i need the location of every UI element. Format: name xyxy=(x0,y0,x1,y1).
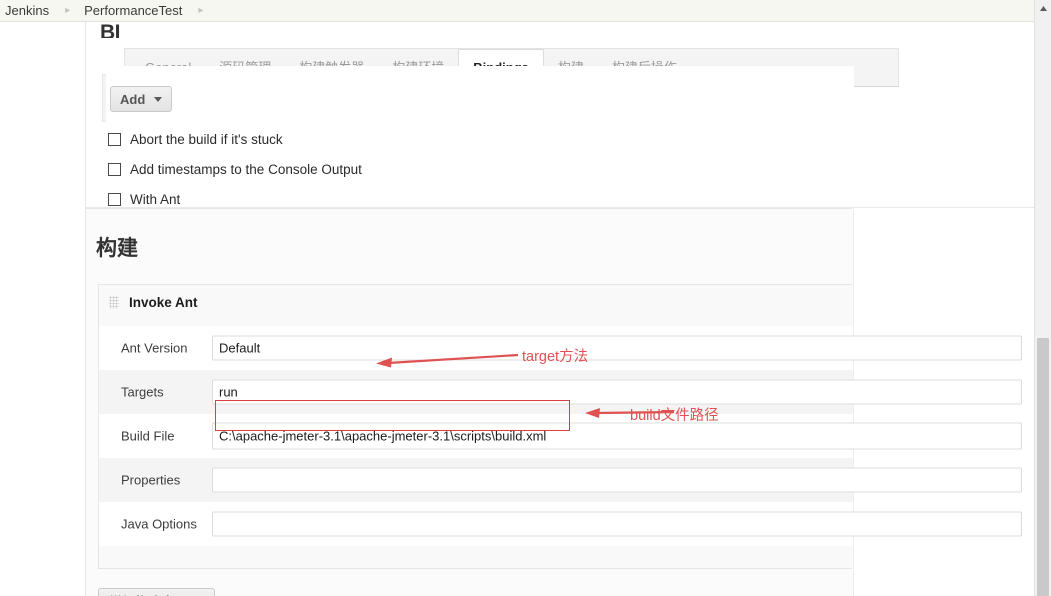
bindings-left-rail xyxy=(102,74,106,122)
builder-invoke-ant: Invoke Ant Ant Version Default Targets r… xyxy=(98,284,1022,569)
field-input-properties[interactable] xyxy=(212,467,1022,493)
breadcrumb-item-performancetest[interactable]: PerformanceTest xyxy=(84,3,182,18)
field-input-ant-version[interactable]: Default xyxy=(212,335,1022,361)
add-build-step-button[interactable]: 增加构建步骤 xyxy=(98,588,216,596)
field-row-properties: Properties xyxy=(99,458,1022,502)
checkbox-label-timestamps: Add timestamps to the Console Output xyxy=(130,162,362,177)
checkbox-row-with-ant[interactable]: With Ant xyxy=(108,192,180,207)
scroll-up-arrow-icon[interactable] xyxy=(1035,0,1051,17)
add-binding-button-label: Add xyxy=(120,91,146,107)
bindings-panel-inner: Add Abort the build if it's stuck Add ti… xyxy=(94,66,854,216)
config-content: BI General 源码管理 构建触发器 构建环境 Bindings 构建 构… xyxy=(86,22,1034,596)
breadcrumb: Jenkins ▸ PerformanceTest ▸ xyxy=(0,0,1051,22)
chevron-down-icon xyxy=(154,96,163,102)
field-row-targets: Targets run xyxy=(99,370,1022,414)
field-row-build-file: Build File C:\apache-jmeter-3.1\apache-j… xyxy=(99,414,1022,458)
breadcrumb-item-jenkins[interactable]: Jenkins xyxy=(5,3,49,18)
jenkins-job-config-screen: Jenkins ▸ PerformanceTest ▸ BI General 源… xyxy=(0,0,1051,596)
build-section-divider xyxy=(86,208,852,209)
bindings-panel: Add Abort the build if it's stuck Add ti… xyxy=(86,66,1034,216)
field-row-java-options: Java Options xyxy=(99,502,1022,546)
checkbox-abort-stuck[interactable] xyxy=(108,133,121,146)
field-input-targets[interactable]: run xyxy=(212,379,1022,405)
checkbox-label-abort-stuck: Abort the build if it's stuck xyxy=(130,132,283,147)
builder-title-invoke-ant: Invoke Ant xyxy=(129,295,198,310)
cut-off-page-heading: BI xyxy=(100,22,120,38)
build-section: 构建 Invoke Ant Ant Version Default Target… xyxy=(86,207,1034,596)
checkbox-label-with-ant: With Ant xyxy=(130,192,181,207)
add-binding-button[interactable]: Add xyxy=(110,86,173,112)
field-label-properties: Properties xyxy=(121,472,181,488)
left-gutter xyxy=(0,22,85,596)
add-build-step-label: 增加构建步骤 xyxy=(109,592,187,596)
checkbox-row-timestamps[interactable]: Add timestamps to the Console Output xyxy=(108,162,362,177)
build-section-title: 构建 xyxy=(96,237,138,260)
vertical-scrollbar[interactable] xyxy=(1034,0,1051,596)
field-label-build-file: Build File xyxy=(121,428,175,444)
breadcrumb-dropdown-icon[interactable]: ▸ xyxy=(198,5,203,16)
field-label-java-options: Java Options xyxy=(121,516,197,532)
field-label-ant-version: Ant Version xyxy=(121,340,188,356)
field-input-build-file[interactable]: C:\apache-jmeter-3.1\apache-jmeter-3.1\s… xyxy=(212,422,1022,450)
checkbox-with-ant[interactable] xyxy=(108,193,121,206)
breadcrumb-separator-icon: ▸ xyxy=(65,4,71,16)
field-input-java-options[interactable] xyxy=(212,511,1022,537)
field-label-targets: Targets xyxy=(121,384,164,400)
scrollbar-thumb[interactable] xyxy=(1037,338,1049,596)
checkbox-row-abort-stuck[interactable]: Abort the build if it's stuck xyxy=(108,132,283,147)
checkbox-timestamps[interactable] xyxy=(108,163,121,176)
field-row-ant-version: Ant Version Default xyxy=(99,326,1022,370)
drag-handle-icon[interactable] xyxy=(109,296,119,309)
builder-header: Invoke Ant xyxy=(109,295,198,310)
